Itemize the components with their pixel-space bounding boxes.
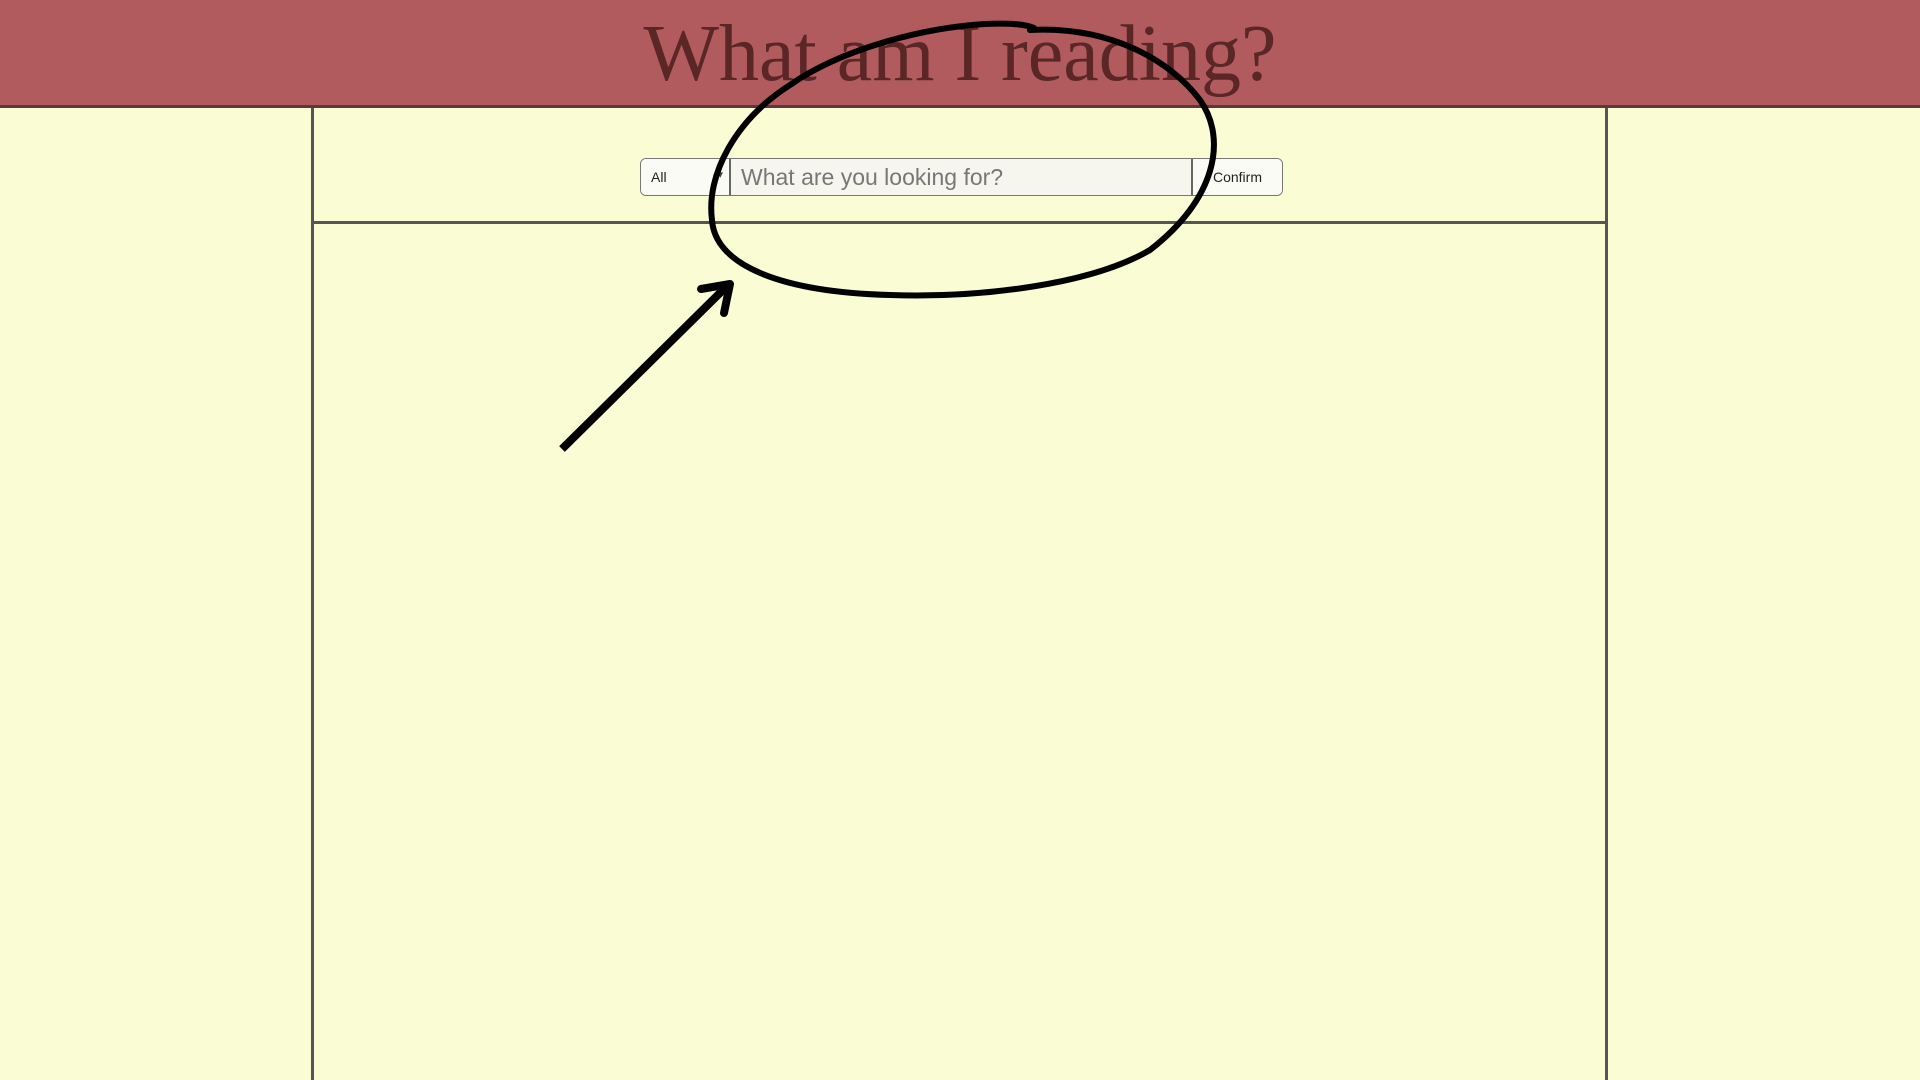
chevron-down-icon: ▾ (717, 169, 723, 181)
category-select[interactable]: All ▾ (641, 159, 731, 195)
search-bar: All ▾ Confirm (640, 158, 1283, 196)
category-select-label: All (651, 169, 667, 185)
confirm-button[interactable]: Confirm (1193, 159, 1282, 195)
page: What am I reading? All ▾ Confirm (0, 0, 1920, 1080)
header-banner: What am I reading? (0, 0, 1920, 108)
content-frame: All ▾ Confirm (311, 108, 1608, 1080)
site-title: What am I reading? (643, 10, 1277, 98)
search-input[interactable] (731, 159, 1193, 195)
search-area: All ▾ Confirm (314, 108, 1605, 224)
